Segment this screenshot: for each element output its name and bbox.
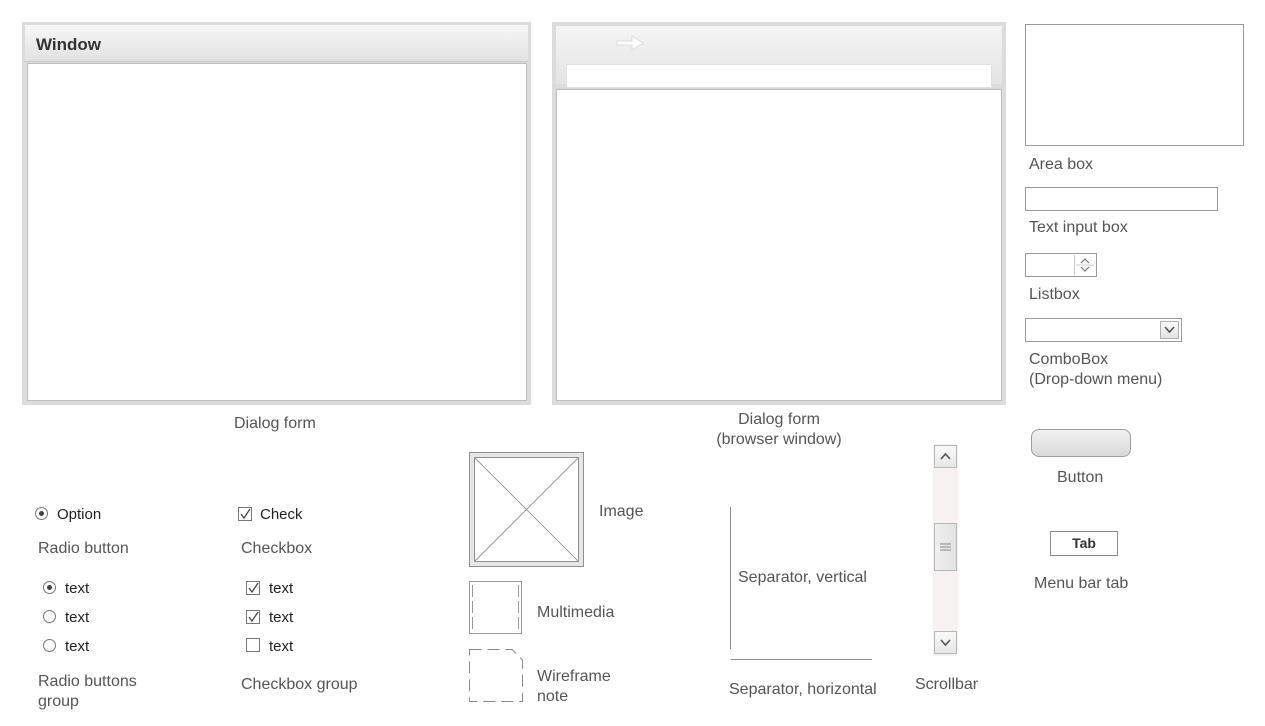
checkbox-group-label-1: text	[269, 580, 294, 597]
wireframe-note-caption: Wireframe note	[537, 667, 611, 707]
radio-option-label: Option	[57, 506, 102, 523]
multimedia-caption: Multimedia	[537, 604, 615, 621]
listbox[interactable]	[1025, 253, 1097, 277]
radio-group-label-2: text	[65, 609, 90, 626]
scrollbar[interactable]	[933, 444, 958, 656]
listbox-caption: Listbox	[1029, 286, 1080, 303]
radio-button-caption: Radio button	[38, 540, 129, 557]
dialog-window: Window	[22, 22, 531, 405]
radio-group-caption: Radio buttons group	[38, 672, 137, 712]
combobox-dropdown-button[interactable]	[1160, 321, 1179, 339]
chevron-down-icon	[940, 639, 951, 647]
separator-horizontal-caption: Separator, horizontal	[729, 681, 877, 698]
button-caption: Button	[1057, 469, 1104, 486]
checkmark-icon	[248, 582, 259, 594]
spinner[interactable]	[1074, 255, 1095, 275]
checkbox-group-item-2[interactable]	[246, 610, 260, 624]
spinner-arrows-icon[interactable]	[1075, 255, 1095, 275]
checkbox-group-caption: Checkbox group	[241, 676, 358, 693]
radio-group-item-1[interactable]	[43, 581, 56, 594]
radio-group-item-2[interactable]	[43, 610, 56, 623]
grip-icon	[940, 543, 951, 551]
checkbox-group-label-3: text	[269, 638, 294, 655]
combobox-caption: ComboBox (Drop-down menu)	[1029, 350, 1162, 390]
browser-toolbar	[556, 26, 1002, 88]
separator-vertical-caption: Separator, vertical	[738, 569, 867, 586]
text-input-caption: Text input box	[1029, 219, 1128, 236]
image-placeholder	[469, 452, 584, 567]
checkbox-caption: Checkbox	[241, 540, 313, 557]
address-bar[interactable]	[566, 64, 992, 88]
checkbox-group-item-1[interactable]	[246, 581, 260, 595]
checkbox[interactable]	[238, 507, 252, 521]
scroll-thumb[interactable]	[934, 523, 957, 571]
separator-vertical	[730, 507, 731, 649]
browser-window	[552, 22, 1006, 405]
browser-caption-line2: (browser window)	[716, 431, 842, 448]
image-placeholder-icon	[474, 457, 579, 562]
wireframe-note-caption-line1: Wireframe	[537, 668, 611, 685]
scroll-down-button[interactable]	[934, 631, 957, 654]
browser-caption: Dialog form (browser window)	[700, 410, 858, 450]
image-caption: Image	[599, 503, 644, 520]
separator-horizontal	[731, 659, 872, 660]
combobox[interactable]	[1025, 318, 1182, 342]
text-input-box[interactable]	[1025, 187, 1218, 211]
menu-tab-caption: Menu bar tab	[1034, 575, 1129, 592]
browser-body	[556, 89, 1002, 401]
multimedia-icon	[469, 581, 522, 634]
arrow-right-icon[interactable]	[614, 32, 646, 54]
scrollbar-caption: Scrollbar	[915, 676, 979, 693]
chevron-up-icon	[940, 452, 951, 460]
chevron-down-icon	[1164, 326, 1175, 334]
radio-group-label-1: text	[65, 580, 90, 597]
dialog-form-caption: Dialog form	[234, 415, 316, 432]
checkbox-label: Check	[260, 506, 303, 523]
radio-group-caption-line1: Radio buttons	[38, 673, 137, 690]
checkmark-icon	[240, 508, 251, 520]
menu-bar-tab[interactable]: Tab	[1050, 531, 1118, 556]
button-widget[interactable]	[1031, 429, 1131, 457]
radio-button[interactable]	[35, 507, 48, 520]
window-title-bar[interactable]: Window	[25, 25, 528, 62]
checkmark-icon	[248, 611, 259, 623]
scroll-up-button[interactable]	[934, 445, 957, 468]
area-box-caption: Area box	[1029, 156, 1094, 173]
browser-caption-line1: Dialog form	[738, 411, 820, 428]
checkbox-group-label-2: text	[269, 609, 294, 626]
checkbox-group-item-3[interactable]	[246, 638, 260, 652]
wireframe-note-caption-line2: note	[537, 688, 569, 705]
combobox-caption-line2: (Drop-down menu)	[1029, 371, 1163, 388]
area-box[interactable]	[1025, 24, 1244, 146]
radio-group-label-3: text	[65, 638, 90, 655]
window-title: Window	[36, 35, 101, 54]
radio-group-caption-line2: group	[38, 693, 79, 710]
combobox-caption-line1: ComboBox	[1029, 351, 1109, 368]
window-body	[27, 63, 527, 401]
wireframe-note-icon	[469, 649, 523, 702]
radio-group-item-3[interactable]	[43, 639, 56, 652]
